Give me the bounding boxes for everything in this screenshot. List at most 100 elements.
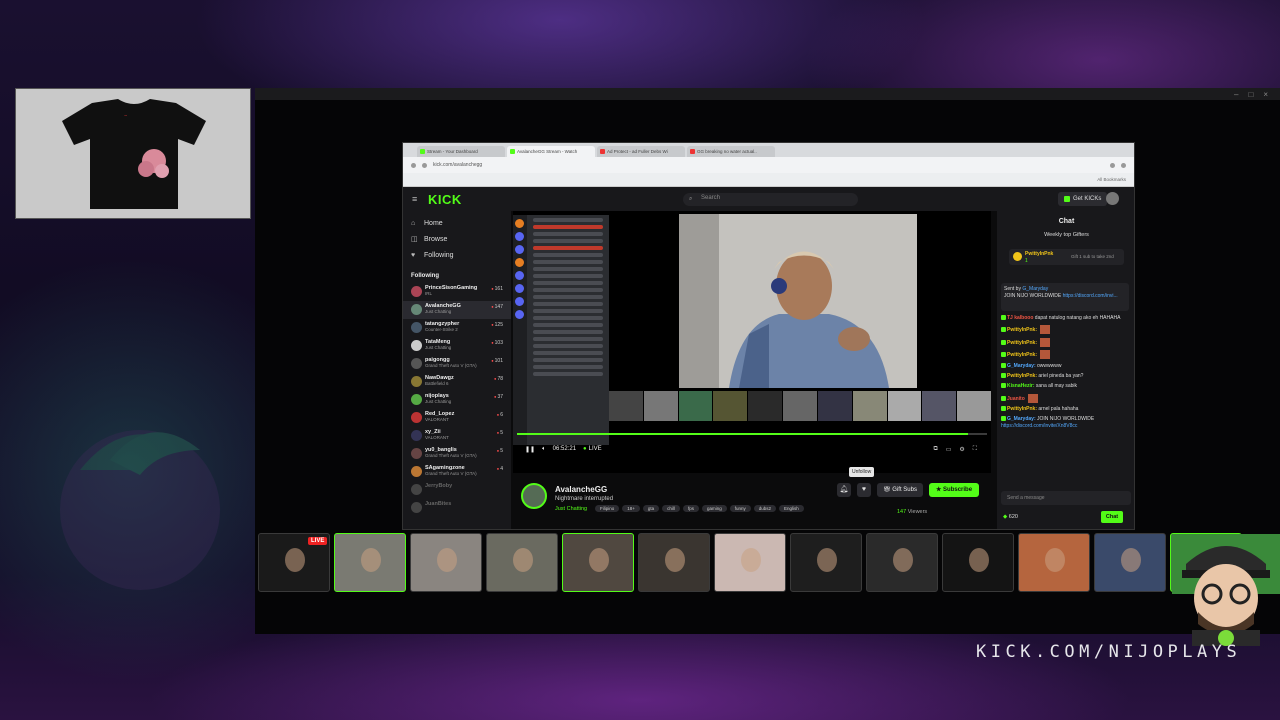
nav-item-home[interactable]: ⌂ Home xyxy=(403,215,511,231)
profile-icon[interactable] xyxy=(1121,162,1126,168)
sidebar-channel-item[interactable]: TataMengJust Chatting103 xyxy=(403,337,511,355)
sidebar-channel-item[interactable]: AvalancheGGJust Chatting147 xyxy=(403,301,511,319)
sidebar-channel-item[interactable]: Red_LopezVALORANT6 xyxy=(403,409,511,427)
chat-username[interactable]: TJ kalbooo xyxy=(1007,315,1033,321)
address-bar: kick.com/avalanchegg xyxy=(403,157,1134,173)
browser-tab[interactable]: AvalancheGG Stream - Watch xyxy=(507,146,595,157)
guest-cam-tile xyxy=(714,533,786,592)
tab-favicon-icon xyxy=(420,149,425,154)
sidebar-channel-item[interactable]: xy_ZiiVALORANT5 xyxy=(403,427,511,445)
chat-input[interactable]: Send a message xyxy=(1001,491,1131,505)
stream-tag[interactable]: gta xyxy=(642,505,660,512)
pinned-user[interactable]: G_Maryday xyxy=(1022,286,1048,292)
viewer-count-label: Viewers xyxy=(907,509,928,515)
emote-icon xyxy=(1028,393,1039,403)
get-kicks-button[interactable]: Get KICKs xyxy=(1058,192,1108,206)
nav-item-label: Browse xyxy=(424,235,448,243)
discord-participant-tile xyxy=(609,391,643,421)
browse-icon: ◫ xyxy=(411,236,418,243)
chat-username[interactable]: PwittyInPnk: xyxy=(1007,352,1037,358)
sidebar-channel-item[interactable]: PrinceSisonGamingIRL161 xyxy=(403,283,511,301)
stream-tag[interactable]: fps xyxy=(682,505,699,512)
url-field[interactable]: kick.com/avalanchegg xyxy=(433,162,1104,168)
guest-silhouette xyxy=(1121,548,1141,572)
search-input[interactable]: ⌕ Search xyxy=(683,193,858,206)
sidebar-channel-item[interactable]: JerryBoby xyxy=(403,481,511,499)
unfollow-button[interactable]: ♥ xyxy=(857,483,871,497)
chat-username[interactable]: Juanito xyxy=(1007,395,1025,401)
extensions-icon[interactable] xyxy=(1110,162,1115,168)
back-icon[interactable] xyxy=(411,162,416,168)
channel-viewer-count: 5 xyxy=(497,448,503,454)
sidebar-channel-item[interactable]: tatangzypherCounter-Strike 2125 xyxy=(403,319,511,337)
browser-tab[interactable]: Stream - Your Dashboard xyxy=(417,146,505,157)
clip-icon[interactable]: ⧉ xyxy=(933,446,937,453)
guest-silhouette xyxy=(437,548,457,572)
settings-icon[interactable]: ⚙ xyxy=(959,446,964,453)
minimize-icon[interactable]: – xyxy=(1234,90,1238,99)
viewer-count-value: 147 xyxy=(897,509,907,515)
stream-tag[interactable]: gaming xyxy=(701,505,727,512)
streamer-name[interactable]: AvalancheGG xyxy=(555,485,607,494)
chat-username[interactable]: PwittyInPnk: xyxy=(1007,340,1037,346)
stream-category[interactable]: Just Chatting xyxy=(555,506,587,512)
sidebar-channel-item[interactable]: NawDawgzBattlefield 678 xyxy=(403,373,511,391)
sub-badge-icon xyxy=(1001,315,1006,321)
guest-cam-row xyxy=(258,533,1280,592)
maximize-icon[interactable]: □ xyxy=(1248,90,1253,99)
chat-username[interactable]: PwittyInPnk: xyxy=(1007,373,1037,379)
chat-username[interactable]: G_Maryday: xyxy=(1007,416,1036,422)
sidebar-channel-item[interactable]: yu0_banglisGrand Theft Auto V (GTA)5 xyxy=(403,445,511,463)
notification-bell-button[interactable]: 🔔︎ xyxy=(837,483,851,497)
tab-label: AvalancheGG Stream - Watch xyxy=(517,149,578,154)
theater-icon[interactable]: ▭ xyxy=(946,446,952,453)
browser-tab[interactable]: Ad Protect - ad Fuller Debs Wi xyxy=(597,146,685,157)
video-player[interactable]: ❚❚ 🔈︎ 06:52:21 LIVE ⧉ ▭ ⚙ ⛶ xyxy=(513,211,991,473)
hamburger-menu-icon[interactable]: ≡ xyxy=(412,194,422,204)
player-controls: ❚❚ 🔈︎ 06:52:21 LIVE ⧉ ▭ ⚙ ⛶ xyxy=(513,439,991,459)
gift-subs-button[interactable]: 🎁︎ Gift Subs xyxy=(877,483,923,497)
sidebar-channel-item[interactable]: JuanBites xyxy=(403,499,511,517)
emote-icon xyxy=(1040,350,1051,360)
kicks-balance[interactable]: 620 xyxy=(1003,514,1018,520)
chat-message: PwittyInPnk: ariel pineda ba yan? xyxy=(1001,373,1131,380)
stream-tag[interactable]: chill xyxy=(662,505,680,512)
pause-icon[interactable]: ❚❚ xyxy=(525,446,535,453)
stream-tag[interactable]: funny xyxy=(729,505,751,512)
pinned-link[interactable]: https://discord.com/invi... xyxy=(1063,293,1118,299)
chat-message: PwittyInPnk: xyxy=(1001,325,1131,335)
user-avatar[interactable] xyxy=(1106,192,1119,205)
playback-progress-bar[interactable] xyxy=(517,433,987,435)
streamer-avatar[interactable] xyxy=(521,483,547,509)
chat-username[interactable]: PwittyInPnk: xyxy=(1007,406,1037,412)
browser-tab[interactable]: GG breaking no water actual.. xyxy=(687,146,775,157)
chat-username[interactable]: KisnaHezir: xyxy=(1007,383,1035,389)
nav-item-browse[interactable]: ◫ Browse xyxy=(403,231,511,247)
sidebar-channel-item[interactable]: paigonggGrand Theft Auto V (GTA)101 xyxy=(403,355,511,373)
nav-item-following[interactable]: ♥ Following xyxy=(403,247,511,263)
close-icon[interactable]: × xyxy=(1263,90,1268,99)
chat-username[interactable]: G_Maryday: xyxy=(1007,363,1036,369)
sidebar-channel-item[interactable]: nijoplaysJust Chatting37 xyxy=(403,391,511,409)
all-bookmarks-link[interactable]: All Bookmarks xyxy=(1097,177,1126,182)
top-gifter-name: PwittyInPnk xyxy=(1025,251,1054,257)
send-chat-button[interactable]: Chat xyxy=(1101,511,1123,523)
discord-participant-tile xyxy=(748,391,783,421)
reload-icon[interactable] xyxy=(422,162,427,168)
discord-participant-tile xyxy=(783,391,817,421)
chat-username[interactable]: PwittyInPnk: xyxy=(1007,327,1037,333)
stream-tag[interactable]: dubs2 xyxy=(753,505,776,512)
channel-avatar xyxy=(411,340,422,351)
stream-tag[interactable]: 18+ xyxy=(622,505,640,512)
subscribe-button[interactable]: ★ Subscribe xyxy=(929,483,980,497)
stream-tag[interactable]: English xyxy=(779,505,804,512)
volume-icon[interactable]: 🔈︎ xyxy=(542,446,546,453)
fullscreen-icon[interactable]: ⛶ xyxy=(973,446,977,453)
discord-participant-tile xyxy=(922,391,957,421)
chat-link[interactable]: https://discord.com/invite/Xn8V8cc xyxy=(1001,423,1077,429)
top-gifter-card[interactable]: PwittyInPnk 1 Gift 1 sub to take 2nd xyxy=(1009,249,1124,265)
sidebar-channel-item[interactable]: SAgamingzoneGrand Theft Auto V (GTA)4 xyxy=(403,463,511,481)
kick-logo[interactable]: KICK xyxy=(428,192,462,207)
stream-tag[interactable]: Filipino xyxy=(595,505,620,512)
heart-icon: ♥ xyxy=(411,251,416,259)
